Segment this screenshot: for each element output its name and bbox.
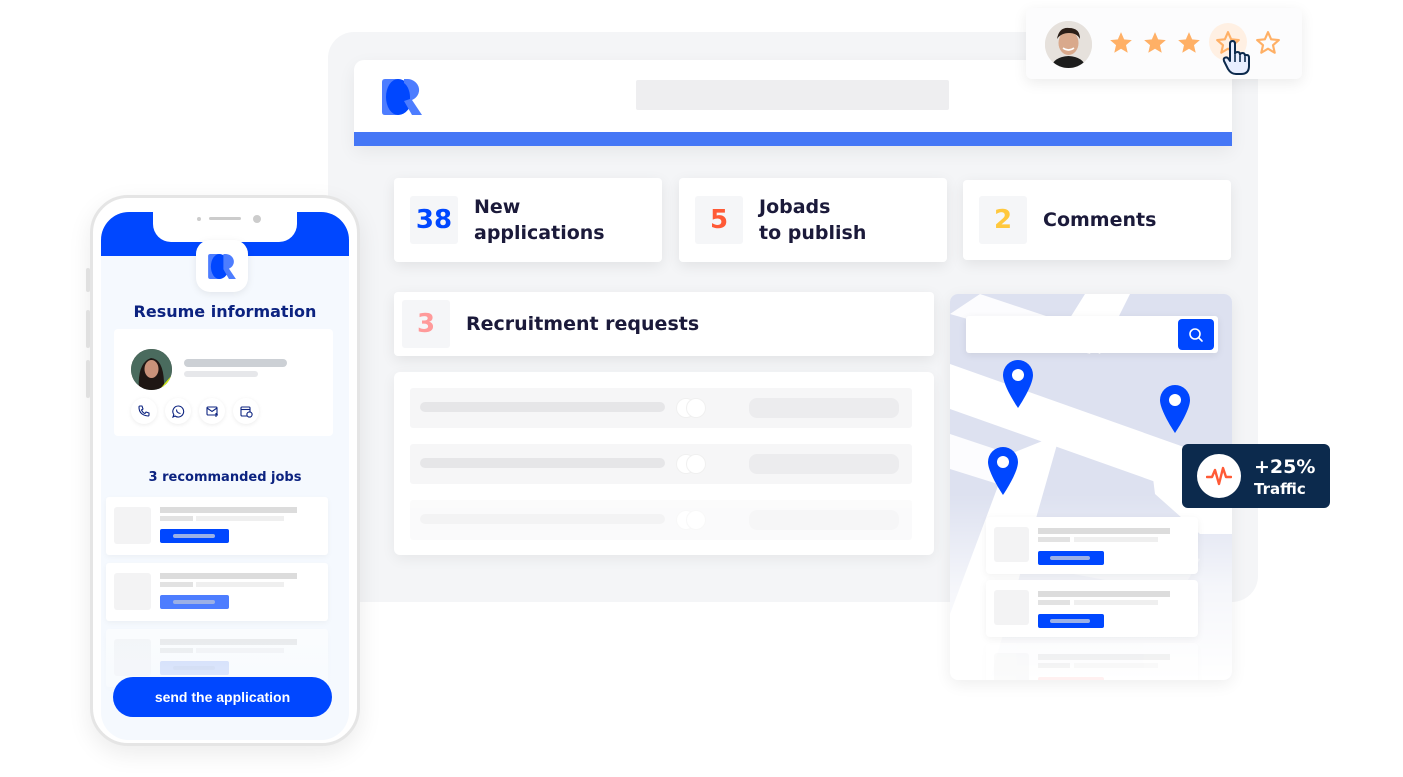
send-application-button[interactable]: send the application <box>113 677 332 717</box>
stat-label: Comments <box>1043 209 1157 231</box>
map-job-card[interactable] <box>986 580 1198 637</box>
whatsapp-button[interactable] <box>165 398 191 424</box>
header-search-placeholder[interactable] <box>636 80 949 110</box>
recommended-job-card[interactable] <box>106 563 328 621</box>
star-filled-icon[interactable] <box>1142 30 1168 56</box>
stat-number: 3 <box>402 300 450 348</box>
list-item[interactable] <box>410 388 912 428</box>
phone-call-button[interactable] <box>131 398 157 424</box>
map-job-card[interactable] <box>986 517 1198 574</box>
map-search-input[interactable] <box>966 316 1218 353</box>
rating-popup <box>1026 8 1302 79</box>
app-logo <box>196 240 248 292</box>
reviewer-avatar <box>1045 21 1092 68</box>
stat-card-new-applications[interactable]: 38 New applications <box>394 178 662 262</box>
recruitment-requests-list <box>394 372 934 555</box>
candidate-profile-card <box>114 329 333 436</box>
phone-icon <box>138 405 150 417</box>
schedule-button[interactable] <box>233 398 259 424</box>
stat-label-line2: applications <box>474 222 605 244</box>
list-item[interactable] <box>410 444 912 484</box>
stat-label-line1: Jobads <box>759 196 831 218</box>
whatsapp-icon <box>171 404 184 418</box>
map-pin-icon[interactable] <box>987 447 1019 495</box>
traffic-badge: +25% Traffic <box>1182 444 1330 508</box>
header-accent-bar <box>354 132 1232 146</box>
phone-notch <box>153 212 297 242</box>
stat-card-comments[interactable]: 2 Comments <box>963 180 1231 260</box>
list-item[interactable] <box>410 500 912 540</box>
brand-logo[interactable] <box>382 79 422 115</box>
stat-number: 2 <box>979 196 1027 244</box>
traffic-label: Traffic <box>1254 480 1306 498</box>
stat-label-line1: New <box>474 196 521 218</box>
stat-label-line2: to publish <box>759 222 867 244</box>
resume-title: Resume information <box>133 302 317 321</box>
pulse-icon <box>1206 466 1232 486</box>
stat-number: 5 <box>695 196 743 244</box>
map-search-button[interactable] <box>1178 319 1214 350</box>
stat-label: Recruitment requests <box>466 313 700 335</box>
calendar-icon <box>239 405 253 418</box>
phone-mockup: Resume information 3 recommanded jobs se… <box>86 195 360 746</box>
star-outline-icon[interactable] <box>1255 30 1281 56</box>
traffic-value: +25% <box>1254 456 1316 478</box>
map-job-card[interactable] <box>986 643 1198 680</box>
stat-card-jobads-to-publish[interactable]: 5 Jobads to publish <box>679 178 947 262</box>
candidate-avatar <box>131 349 172 390</box>
recommended-job-card[interactable] <box>106 497 328 555</box>
hand-cursor-icon <box>1222 40 1250 75</box>
star-filled-icon[interactable] <box>1176 30 1202 56</box>
recommended-jobs-title: 3 recommanded jobs <box>148 470 302 485</box>
mail-add-icon <box>205 406 218 417</box>
map-pin-icon[interactable] <box>1159 385 1191 433</box>
map-pin-icon[interactable] <box>1002 360 1034 408</box>
star-filled-icon[interactable] <box>1108 30 1134 56</box>
send-mail-button[interactable] <box>199 398 225 424</box>
brand-logo <box>208 253 236 279</box>
phone-screen: Resume information 3 recommanded jobs se… <box>101 212 349 740</box>
stat-number: 38 <box>410 196 458 244</box>
recruitment-requests-card[interactable]: 3 Recruitment requests <box>394 292 934 356</box>
search-icon <box>1189 327 1203 342</box>
